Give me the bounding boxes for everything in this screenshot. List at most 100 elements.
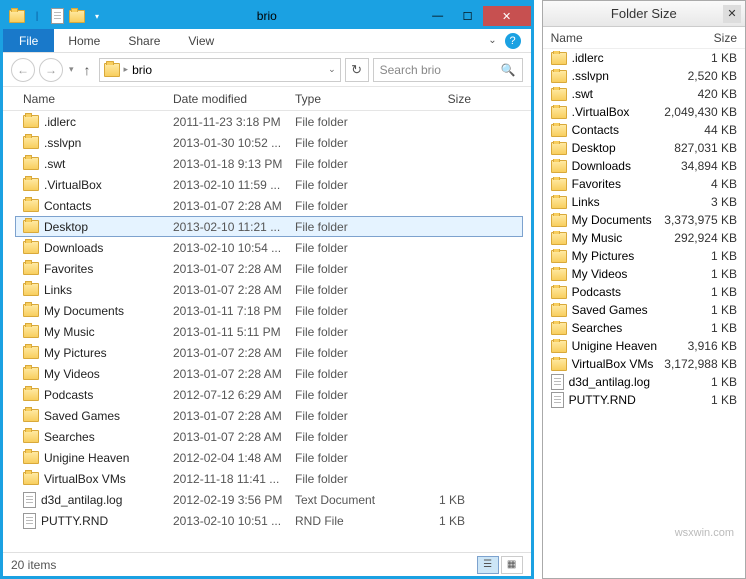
list-item[interactable]: .swt420 KB — [543, 85, 745, 103]
table-row[interactable]: My Documents2013-01-11 7:18 PMFile folde… — [3, 300, 531, 321]
up-button[interactable]: ↑ — [80, 62, 95, 78]
col-name[interactable]: Name — [23, 92, 173, 106]
table-row[interactable]: Unigine Heaven2012-02-04 1:48 AMFile fol… — [3, 447, 531, 468]
table-row[interactable]: Contacts2013-01-07 2:28 AMFile folder — [3, 195, 531, 216]
qat-properties-icon[interactable] — [49, 8, 65, 24]
table-row[interactable]: .sslvpn2013-01-30 10:52 ...File folder — [3, 132, 531, 153]
qat-dropdown-icon[interactable]: ▾ — [89, 8, 105, 24]
table-row[interactable]: Favorites2013-01-07 2:28 AMFile folder — [3, 258, 531, 279]
side-column-headers: Name Size — [543, 27, 745, 49]
table-row[interactable]: d3d_antilag.log2012-02-19 3:56 PMText Do… — [3, 489, 531, 510]
search-input[interactable]: Search brio 🔍 — [373, 58, 523, 82]
table-row[interactable]: Saved Games2013-01-07 2:28 AMFile folder — [3, 405, 531, 426]
history-dropdown-icon[interactable]: ▾ — [67, 64, 76, 75]
table-row[interactable]: Links2013-01-07 2:28 AMFile folder — [3, 279, 531, 300]
side-title-text: Folder Size — [611, 6, 677, 21]
list-item[interactable]: My Documents3,373,975 KB — [543, 211, 745, 229]
list-item[interactable]: Unigine Heaven3,916 KB — [543, 337, 745, 355]
file-name: Desktop — [44, 220, 88, 234]
list-item[interactable]: .sslvpn2,520 KB — [543, 67, 745, 85]
col-size[interactable]: Size — [411, 92, 471, 106]
icons-view-button[interactable]: ▦ — [501, 556, 523, 574]
tab-share[interactable]: Share — [114, 30, 174, 52]
address-dropdown-icon[interactable]: ⌄ — [328, 64, 336, 75]
breadcrumb[interactable]: brio — [132, 63, 152, 77]
side-item-name: .sslvpn — [551, 69, 657, 83]
table-row[interactable]: .VirtualBox2013-02-10 11:59 ...File fold… — [3, 174, 531, 195]
cell-date: 2013-01-30 10:52 ... — [173, 136, 295, 150]
address-bar[interactable]: ▸ brio ⌄ — [99, 58, 341, 82]
folder-icon — [23, 430, 39, 443]
side-item-name: Searches — [551, 321, 657, 335]
cell-name: Searches — [23, 430, 173, 444]
tab-home[interactable]: Home — [54, 30, 114, 52]
minimize-button[interactable]: — — [423, 6, 453, 26]
side-list[interactable]: .idlerc1 KB.sslvpn2,520 KB.swt420 KB.Vir… — [543, 49, 745, 578]
ribbon-collapse-icon[interactable]: ⌄ — [488, 35, 496, 46]
col-date[interactable]: Date modified — [173, 92, 295, 106]
help-icon[interactable]: ? — [505, 33, 521, 49]
list-item[interactable]: VirtualBox VMs3,172,988 KB — [543, 355, 745, 373]
list-item[interactable]: PUTTY.RND1 KB — [543, 391, 745, 409]
side-col-size[interactable]: Size — [661, 31, 737, 45]
list-item[interactable]: My Videos1 KB — [543, 265, 745, 283]
qat-newfolder-icon[interactable] — [69, 8, 85, 24]
table-row[interactable]: Desktop2013-02-10 11:21 ...File folder — [15, 216, 523, 237]
cell-type: File folder — [295, 472, 411, 486]
details-view-button[interactable]: ☰ — [477, 556, 499, 574]
table-row[interactable]: Searches2013-01-07 2:28 AMFile folder — [3, 426, 531, 447]
maximize-button[interactable]: ☐ — [453, 6, 483, 26]
cell-date: 2013-01-07 2:28 AM — [173, 430, 295, 444]
list-item[interactable]: Downloads34,894 KB — [543, 157, 745, 175]
list-item[interactable]: Saved Games1 KB — [543, 301, 745, 319]
list-item[interactable]: Desktop827,031 KB — [543, 139, 745, 157]
list-item[interactable]: d3d_antilag.log1 KB — [543, 373, 745, 391]
list-item[interactable]: Contacts44 KB — [543, 121, 745, 139]
folder-icon — [23, 325, 39, 338]
table-row[interactable]: My Pictures2013-01-07 2:28 AMFile folder — [3, 342, 531, 363]
table-row[interactable]: VirtualBox VMs2012-11-18 11:41 ...File f… — [3, 468, 531, 489]
table-row[interactable]: My Music2013-01-11 5:11 PMFile folder — [3, 321, 531, 342]
forward-button[interactable]: → — [39, 58, 63, 82]
list-item[interactable]: Podcasts1 KB — [543, 283, 745, 301]
side-item-size: 34,894 KB — [657, 159, 737, 173]
side-item-size: 3,373,975 KB — [657, 213, 737, 227]
column-headers: Name Date modified Type Size — [3, 87, 531, 111]
folder-icon — [23, 451, 39, 464]
cell-name: .swt — [23, 157, 173, 171]
side-close-button[interactable]: ✕ — [723, 5, 741, 23]
table-row[interactable]: Downloads2013-02-10 10:54 ...File folder — [3, 237, 531, 258]
cell-type: File folder — [295, 430, 411, 444]
cell-type: File folder — [295, 241, 411, 255]
table-row[interactable]: My Videos2013-01-07 2:28 AMFile folder — [3, 363, 531, 384]
file-tab[interactable]: File — [3, 29, 54, 52]
list-item[interactable]: Searches1 KB — [543, 319, 745, 337]
file-list[interactable]: .idlerc2011-11-23 3:18 PMFile folder.ssl… — [3, 111, 531, 552]
file-name: .VirtualBox — [44, 178, 102, 192]
file-name: My Music — [44, 325, 95, 339]
table-row[interactable]: Podcasts2012-07-12 6:29 AMFile folder — [3, 384, 531, 405]
tab-view[interactable]: View — [174, 30, 228, 52]
title-bar[interactable]: | ▾ brio — ☐ ✕ — [3, 3, 531, 29]
list-item[interactable]: My Pictures1 KB — [543, 247, 745, 265]
refresh-button[interactable]: ↻ — [345, 58, 369, 82]
list-item[interactable]: Links3 KB — [543, 193, 745, 211]
table-row[interactable]: .idlerc2011-11-23 3:18 PMFile folder — [3, 111, 531, 132]
side-col-name[interactable]: Name — [551, 31, 661, 45]
cell-type: File folder — [295, 115, 411, 129]
list-item[interactable]: My Music292,924 KB — [543, 229, 745, 247]
folder-icon — [23, 367, 39, 380]
list-item[interactable]: Favorites4 KB — [543, 175, 745, 193]
close-button[interactable]: ✕ — [483, 6, 531, 26]
back-button[interactable]: ← — [11, 58, 35, 82]
side-item-size: 2,520 KB — [657, 69, 737, 83]
side-title-bar[interactable]: Folder Size ✕ — [543, 1, 745, 27]
cell-date: 2013-02-10 10:51 ... — [173, 514, 295, 528]
table-row[interactable]: .swt2013-01-18 9:13 PMFile folder — [3, 153, 531, 174]
col-type[interactable]: Type — [295, 92, 411, 106]
list-item[interactable]: .VirtualBox2,049,430 KB — [543, 103, 745, 121]
file-name: .idlerc — [44, 115, 76, 129]
cell-type: File folder — [295, 283, 411, 297]
list-item[interactable]: .idlerc1 KB — [543, 49, 745, 67]
table-row[interactable]: PUTTY.RND2013-02-10 10:51 ...RND File1 K… — [3, 510, 531, 531]
